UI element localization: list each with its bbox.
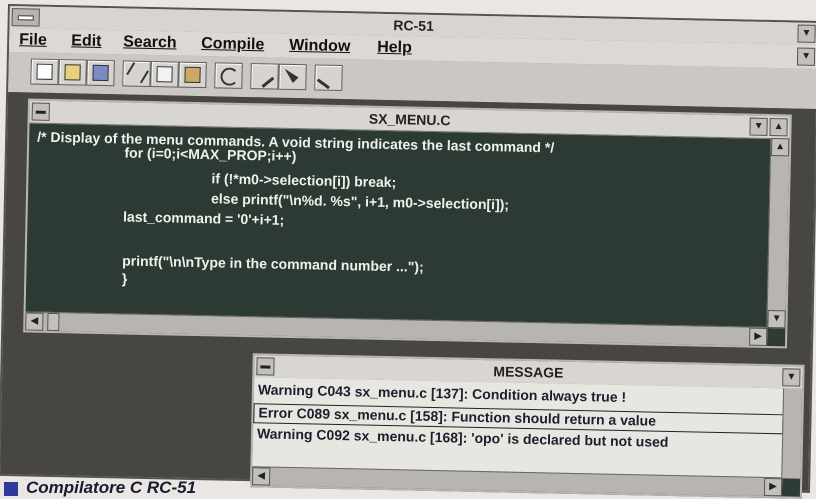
code-editor[interactable]: /* Display of the menu commands. A void … (27, 124, 770, 326)
menu-search[interactable]: Search (123, 33, 177, 52)
code-line: for (i=0;i<MAX_PROP;i++) (108, 144, 297, 165)
paste-button[interactable] (178, 61, 207, 89)
new-file-button[interactable] (30, 58, 59, 86)
code-line: else printf("\n%d. %s", i+1, m0->selecti… (179, 189, 510, 213)
editor-vertical-scrollbar[interactable]: ▲ ▼ (766, 137, 790, 329)
menu-compile[interactable]: Compile (201, 35, 264, 54)
code-line: } (106, 270, 128, 287)
editor-minimize-button[interactable]: ▼ (749, 117, 768, 136)
code-line: if (!*m0->selection[i]) break; (180, 169, 397, 191)
compile-button[interactable] (250, 63, 279, 90)
paste-icon (184, 66, 201, 84)
new-file-icon (36, 63, 53, 80)
cut-icon (126, 62, 149, 84)
undo-button[interactable] (214, 62, 243, 89)
message-list[interactable]: Warning C043 sx_menu.c [137]: Condition … (252, 377, 785, 479)
scroll-down-arrow-icon[interactable]: ▼ (767, 309, 786, 329)
menu-edit[interactable]: Edit (71, 32, 102, 51)
app-window: RC-51 ▼ File Edit Search Compile Window … (0, 4, 816, 499)
mdi-workspace: ▬ SX_MENU.C ▼ ▲ /* Display of the menu c… (0, 92, 816, 499)
editor-window: ▬ SX_MENU.C ▼ ▲ /* Display of the menu c… (23, 98, 792, 349)
menu-help[interactable]: Help (377, 39, 412, 58)
caption-text: Compilatore C RC-51 (26, 478, 197, 497)
build-button[interactable] (278, 63, 307, 91)
open-file-icon (64, 64, 81, 81)
copy-button[interactable] (150, 61, 179, 88)
run-button[interactable] (314, 64, 343, 92)
build-icon (284, 69, 298, 83)
message-window: ▬ MESSAGE ▼ Warning C043 sx_menu.c [137]… (249, 353, 805, 499)
menu-restore-button[interactable]: ▼ (796, 47, 816, 66)
undo-icon (220, 67, 239, 86)
message-scroll-left-arrow-icon[interactable]: ◀ (251, 467, 271, 486)
save-button[interactable] (86, 59, 115, 87)
copy-icon (156, 66, 173, 83)
open-file-button[interactable] (58, 59, 87, 86)
message-minimize-button[interactable]: ▼ (782, 368, 801, 387)
scroll-left-arrow-icon[interactable]: ◀ (25, 312, 44, 331)
code-line: printf("\n\nType in the command number .… (106, 252, 424, 275)
compile-icon (252, 65, 275, 88)
run-icon (316, 67, 339, 90)
code-line: last_command = '0'+i+1; (107, 208, 285, 228)
scroll-up-arrow-icon[interactable]: ▲ (770, 138, 790, 157)
editor-maximize-button[interactable]: ▲ (769, 117, 788, 137)
menu-file[interactable]: File (19, 31, 47, 50)
message-vertical-scrollbar[interactable] (781, 388, 803, 479)
minimize-button[interactable]: ▼ (797, 24, 816, 43)
message-scroll-right-arrow-icon[interactable]: ▶ (763, 477, 783, 497)
save-icon (92, 64, 109, 82)
cut-button[interactable] (122, 60, 151, 87)
caption-bullet (4, 482, 18, 496)
scroll-right-arrow-icon[interactable]: ▶ (749, 327, 768, 346)
menu-window[interactable]: Window (289, 37, 351, 56)
scroll-thumb[interactable] (47, 312, 60, 332)
